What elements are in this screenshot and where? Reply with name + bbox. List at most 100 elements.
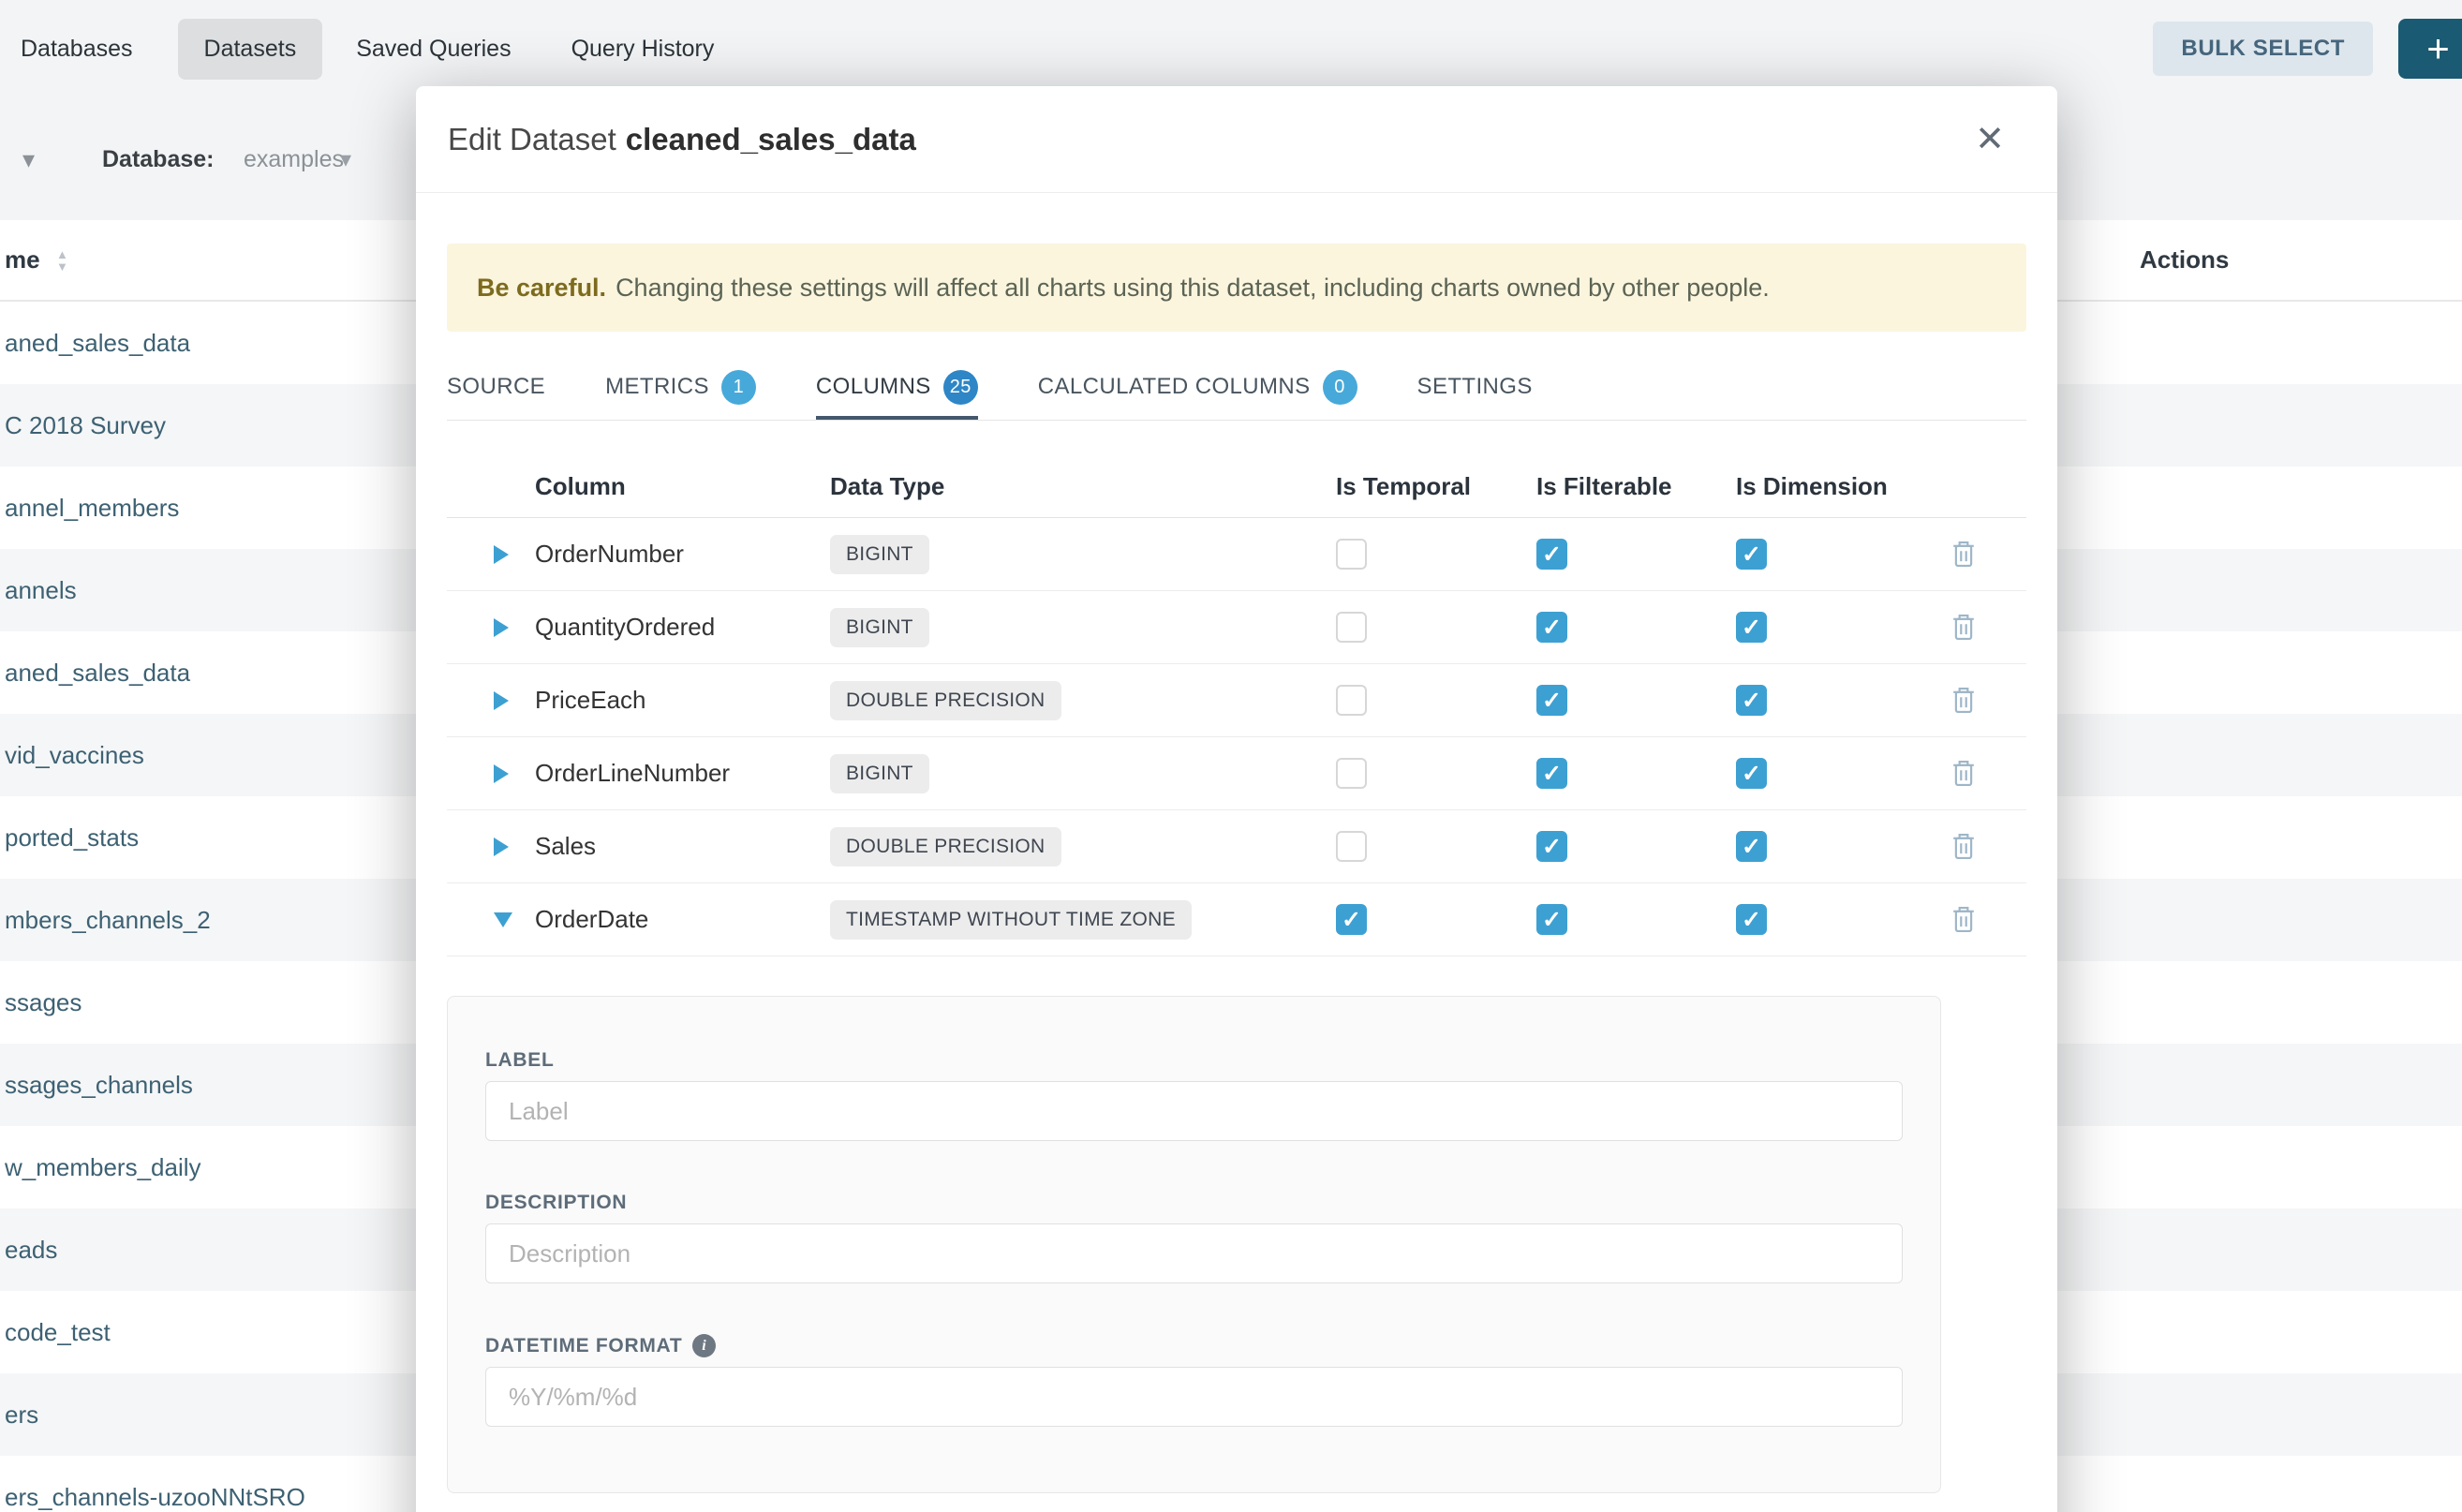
dataset-link[interactable]: annels [5, 576, 77, 605]
description-input[interactable] [485, 1223, 1903, 1283]
tab-count-badge: 1 [721, 370, 756, 405]
dataset-link[interactable]: w_members_daily [5, 1153, 201, 1182]
caret-right-icon[interactable] [494, 691, 509, 710]
is-temporal-checkbox[interactable] [1336, 758, 1367, 789]
is-dimension-checkbox[interactable] [1736, 612, 1767, 643]
field-label-text: LABEL [485, 1049, 555, 1072]
caret-right-icon[interactable] [494, 618, 509, 637]
is-filterable-checkbox[interactable] [1536, 904, 1567, 935]
top-nav: Databases Datasets Saved Queries Query H… [0, 0, 2462, 97]
trash-icon[interactable] [1951, 905, 1976, 934]
tab-columns[interactable]: COLUMNS 25 [816, 358, 978, 420]
column-row: QuantityOrdered BIGINT [447, 591, 2026, 664]
is-temporal-checkbox[interactable] [1336, 831, 1367, 862]
dataset-link[interactable]: annel_members [5, 494, 179, 523]
database-filter-value[interactable]: examples [244, 146, 344, 173]
sort-icon[interactable]: ▲ ▼ [56, 248, 68, 273]
chevron-down-icon[interactable]: ▾ [22, 145, 35, 174]
dataset-link[interactable]: code_test [5, 1318, 111, 1347]
dataset-link[interactable]: C 2018 Survey [5, 411, 166, 440]
dataset-link[interactable]: aned_sales_data [5, 659, 190, 688]
datetime-format-field-group: DATETIME FORMAT i [485, 1334, 1903, 1427]
data-type-pill: TIMESTAMP WITHOUT TIME ZONE [830, 900, 1192, 940]
dataset-link[interactable]: ers [5, 1401, 38, 1430]
column-row: Sales DOUBLE PRECISION [447, 810, 2026, 883]
column-row: OrderLineNumber BIGINT [447, 737, 2026, 810]
nav-item-saved-queries[interactable]: Saved Queries [330, 19, 537, 80]
tab-source[interactable]: SOURCE [447, 358, 545, 420]
trash-icon[interactable] [1951, 832, 1976, 861]
sort-desc-icon: ▼ [56, 260, 68, 273]
is-temporal-checkbox[interactable] [1336, 685, 1367, 716]
columns-table-header: Column Data Type Is Temporal Is Filterab… [447, 455, 2026, 518]
is-dimension-checkbox[interactable] [1736, 539, 1767, 570]
is-dimension-checkbox[interactable] [1736, 685, 1767, 716]
caret-right-icon[interactable] [494, 545, 509, 564]
is-filterable-checkbox[interactable] [1536, 539, 1567, 570]
close-icon[interactable]: ✕ [1975, 122, 2005, 157]
tab-label: SETTINGS [1417, 374, 1533, 400]
description-field-group: DESCRIPTION [485, 1192, 1903, 1283]
tab-metrics[interactable]: METRICS 1 [605, 358, 756, 420]
caret-down-icon[interactable] [494, 912, 512, 927]
dataset-link[interactable]: mbers_channels_2 [5, 906, 211, 935]
is-temporal-checkbox[interactable] [1336, 904, 1367, 935]
is-temporal-checkbox[interactable] [1336, 539, 1367, 570]
name-column-header[interactable]: me [5, 245, 40, 274]
tab-calculated-columns[interactable]: CALCULATED COLUMNS 0 [1038, 358, 1357, 420]
nav-tabs: Databases Datasets Saved Queries Query H… [0, 19, 740, 80]
is-filterable-checkbox[interactable] [1536, 612, 1567, 643]
is-filterable-checkbox[interactable] [1536, 685, 1567, 716]
label-input[interactable] [485, 1081, 1903, 1141]
trash-icon[interactable] [1951, 540, 1976, 569]
warning-banner: Be careful. Changing these settings will… [447, 244, 2026, 332]
tab-label: CALCULATED COLUMNS [1038, 374, 1311, 400]
field-label-text: DESCRIPTION [485, 1192, 627, 1214]
is-dimension-checkbox[interactable] [1736, 758, 1767, 789]
tab-label: METRICS [605, 374, 709, 400]
trash-icon[interactable] [1951, 686, 1976, 715]
dataset-link[interactable]: ssages_channels [5, 1071, 193, 1100]
is-temporal-checkbox[interactable] [1336, 612, 1367, 643]
caret-right-icon[interactable] [494, 764, 509, 783]
tab-settings[interactable]: SETTINGS [1417, 358, 1533, 420]
column-name: QuantityOrdered [535, 613, 830, 642]
is-filterable-checkbox[interactable] [1536, 758, 1567, 789]
dataset-link[interactable]: aned_sales_data [5, 329, 190, 358]
column-name: OrderDate [535, 905, 830, 934]
bulk-select-button[interactable]: BULK SELECT [2153, 22, 2373, 76]
sort-asc-icon: ▲ [56, 248, 68, 260]
modal-title-dataset-name: cleaned_sales_data [626, 122, 916, 156]
column-name: OrderNumber [535, 540, 830, 569]
header-is-temporal: Is Temporal [1336, 472, 1536, 501]
label-field-label: LABEL [485, 1049, 1903, 1072]
actions-column-header: Actions [2140, 245, 2229, 274]
dataset-link[interactable]: ssages [5, 988, 82, 1017]
is-filterable-checkbox[interactable] [1536, 831, 1567, 862]
dataset-link[interactable]: ported_stats [5, 823, 139, 852]
column-editor-panel: LABEL DESCRIPTION DATETIME FORMAT i [447, 996, 1941, 1493]
nav-item-databases[interactable]: Databases [21, 19, 171, 80]
datetime-format-input[interactable] [485, 1367, 1903, 1427]
tab-count-badge: 25 [943, 370, 978, 405]
plus-icon: + [2426, 26, 2450, 71]
is-dimension-checkbox[interactable] [1736, 904, 1767, 935]
info-icon[interactable]: i [692, 1334, 716, 1357]
warning-bold-text: Be careful. [477, 274, 606, 303]
is-dimension-checkbox[interactable] [1736, 831, 1767, 862]
caret-right-icon[interactable] [494, 838, 509, 856]
dataset-link[interactable]: eads [5, 1236, 57, 1265]
description-field-label: DESCRIPTION [485, 1192, 1903, 1214]
warning-text: Changing these settings will affect all … [616, 274, 1770, 303]
trash-icon[interactable] [1951, 759, 1976, 788]
label-field-group: LABEL [485, 1049, 1903, 1141]
nav-item-query-history[interactable]: Query History [545, 19, 741, 80]
nav-item-datasets[interactable]: Datasets [178, 19, 323, 80]
chevron-down-icon[interactable]: ▾ [340, 146, 351, 173]
dataset-link[interactable]: ers_channels-uzooNNtSRO [5, 1483, 305, 1512]
header-column: Column [535, 472, 830, 501]
add-dataset-button[interactable]: + [2398, 19, 2462, 79]
dataset-link[interactable]: vid_vaccines [5, 741, 144, 770]
data-type-pill: BIGINT [830, 608, 929, 647]
trash-icon[interactable] [1951, 613, 1976, 642]
